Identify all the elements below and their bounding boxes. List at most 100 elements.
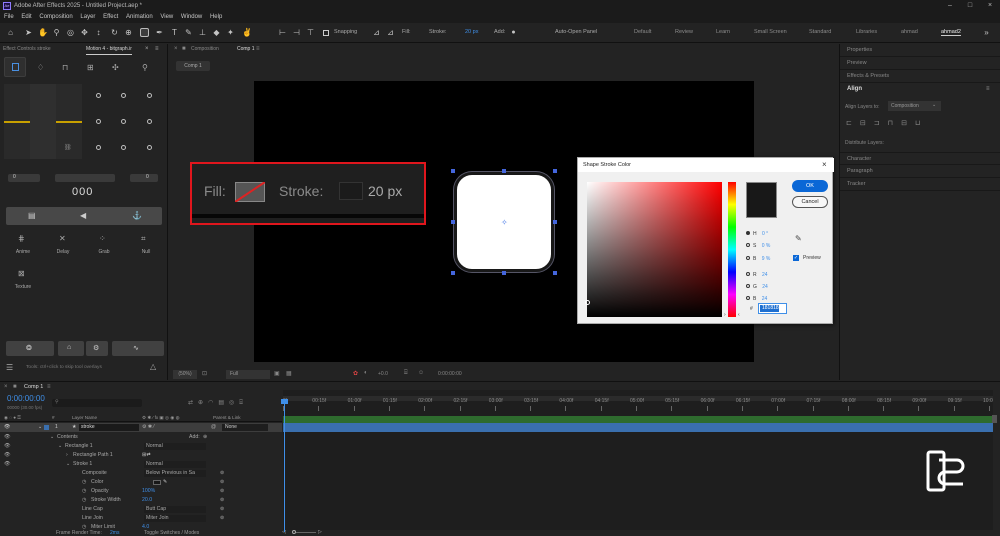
twirl-icon[interactable]: › (66, 451, 68, 460)
safe-zones-icon[interactable]: ⊡ (202, 370, 222, 379)
comp-lock-icon[interactable]: ■ (182, 46, 186, 52)
menu-effect[interactable]: Effect (103, 14, 118, 20)
align-vcenter-icon[interactable]: ⊟ (901, 120, 915, 127)
local-axis-icon[interactable]: ⊢ (278, 28, 287, 37)
align-top-icon[interactable]: ⊓ (888, 120, 901, 127)
grab-icon[interactable]: ⁘ (99, 234, 106, 243)
expression-icon[interactable]: ⊚ (220, 514, 224, 523)
brush-tool-icon[interactable]: ✎ (184, 28, 193, 37)
prop-row-contents[interactable]: 👁 ⌄ Contents Add: ⊕ (0, 433, 282, 442)
panel-paragraph[interactable]: Paragraph (840, 165, 1000, 178)
workspace-default[interactable]: Default (634, 29, 651, 35)
tab-motion4[interactable]: Motion 4 - bitgraph.ir (86, 46, 132, 55)
eye-icon[interactable]: 👁 (4, 451, 11, 460)
eye-icon[interactable]: 👁 (4, 433, 11, 442)
handle-tl[interactable] (451, 169, 455, 173)
anchor-dot-br[interactable] (147, 145, 152, 150)
prop-row-rectangle1[interactable]: 👁 ⌄ Rectangle 1 Normal (0, 442, 282, 451)
hex-input[interactable]: 181818 (758, 303, 787, 314)
motion-blur-icon[interactable]: ◎ (229, 400, 239, 406)
snap-mode-icon[interactable]: ⊿ (386, 28, 395, 37)
eyedropper-icon[interactable]: ✎ (163, 478, 167, 487)
line-cap-dropdown[interactable]: Butt Cap (144, 506, 206, 513)
cancel-button[interactable]: Cancel (792, 196, 828, 208)
layer-switches[interactable]: ⚙ ✱ ⁄ (142, 424, 154, 430)
view-axis-icon[interactable]: ⊤ (306, 28, 315, 37)
expression-icon[interactable]: ⊚ (220, 505, 224, 514)
stroke-width-value[interactable]: 20 px (465, 29, 478, 35)
comp-menu-icon[interactable]: ≡ (256, 46, 260, 52)
close-icon[interactable]: × (980, 0, 1000, 12)
menu-layer[interactable]: Layer (80, 14, 95, 20)
hue-row[interactable]: H 0 ° (746, 228, 770, 240)
value-right-field[interactable]: 0 (130, 174, 158, 182)
align-menu-icon[interactable]: ≡ (986, 86, 990, 92)
blend-mode-dropdown[interactable]: Normal (144, 443, 206, 450)
hue-arrow-left-icon[interactable]: › (724, 312, 726, 318)
anchor-icon[interactable]: ⚓ (132, 211, 142, 220)
parent-dropdown[interactable]: None (222, 424, 268, 431)
clone-tool-icon[interactable]: ⊥ (198, 28, 207, 37)
twirl-icon[interactable]: ⌄ (66, 460, 70, 469)
anchor-dot-bl[interactable] (96, 145, 101, 150)
exposure-value[interactable]: +0.0 (378, 371, 388, 377)
tab-effect-controls[interactable]: Effect Controls stroke (3, 46, 51, 52)
bright-radio[interactable] (746, 255, 750, 260)
handle-tc[interactable] (502, 169, 506, 173)
label-color-swatch[interactable] (44, 425, 49, 430)
add-button-icon[interactable]: ● (509, 28, 518, 37)
frame-blend-icon[interactable]: ▤ (218, 400, 229, 406)
stroke-width-value[interactable]: 20.0 (142, 496, 152, 505)
sat-radio[interactable] (746, 243, 750, 248)
prop-row-composite[interactable]: Composite Below Previous in Sa ⊚ (0, 469, 282, 478)
panel-preview[interactable]: Preview (840, 57, 1000, 70)
anchor-tool-icon[interactable]: ⊕ (124, 28, 133, 37)
nudge-controls[interactable] (55, 174, 115, 182)
world-axis-icon[interactable]: ⊣ (292, 28, 301, 37)
color-field[interactable] (585, 182, 722, 317)
orbit-tool-icon[interactable]: ◎ (66, 28, 75, 37)
opacity-value[interactable]: 100% (142, 487, 155, 496)
pickwhip-icon[interactable]: @ (211, 424, 216, 430)
panel-tracker[interactable]: Tracker (840, 178, 1000, 191)
anime-icon[interactable]: ⋕ (18, 234, 25, 243)
panel-menu-icon[interactable]: ≡ (155, 46, 159, 52)
hue-value[interactable]: 0 ° (762, 231, 768, 237)
bright-value[interactable]: 9 % (762, 256, 771, 262)
preview-checkbox[interactable]: ✓ (793, 255, 799, 261)
hue-radio[interactable] (746, 231, 750, 235)
align-bottom-icon[interactable]: ⊔ (915, 120, 928, 127)
texture-icon[interactable]: ⊠ (18, 269, 25, 278)
time-ruler[interactable]: 0f00:15f01:00f01:15f02:00f02:15f03:00f03… (283, 398, 993, 414)
snap-options-icon[interactable]: ⊿ (372, 28, 381, 37)
menu-help[interactable]: Help (210, 14, 222, 20)
anchor-point-icon[interactable]: ✧ (501, 219, 508, 227)
motion-home-icon[interactable] (4, 57, 26, 77)
green-value[interactable]: 24 (762, 284, 768, 290)
workspace-ahmad[interactable]: ahmad (901, 29, 918, 35)
maximize-icon[interactable]: □ (960, 0, 980, 12)
prop-row-miter-limit[interactable]: ◷ Miter Limit 4.0 (0, 523, 282, 532)
graph-editor-icon[interactable]: ⌸ (239, 400, 248, 406)
anchor-dot-ml[interactable] (96, 119, 101, 124)
panel-close-icon[interactable]: × (145, 46, 149, 52)
anime-button[interactable]: Anime (10, 249, 36, 255)
delay-icon[interactable]: ✕ (59, 234, 66, 243)
null-icon[interactable]: ⌗ (141, 234, 146, 244)
bracket-icon[interactable]: ⊓ (62, 63, 68, 72)
minimize-icon[interactable]: – (940, 0, 960, 12)
dolly-tool-icon[interactable]: ↕ (94, 28, 103, 37)
menu-animation[interactable]: Animation (126, 14, 153, 20)
search-icon[interactable]: ⚲ (142, 63, 148, 72)
workspace-review[interactable]: Review (675, 29, 693, 35)
expression-icon[interactable]: ⊚ (220, 487, 224, 496)
eraser-tool-icon[interactable]: ◆ (212, 28, 221, 37)
menu-lines-icon[interactable]: ☰ (6, 363, 13, 372)
prop-row-line-join[interactable]: Line Join Miter Join ⊚ (0, 514, 282, 523)
roi-icon[interactable]: ▣ (274, 370, 280, 377)
channel-icon[interactable]: ✿ (353, 370, 358, 377)
handle-ml[interactable] (451, 220, 455, 224)
hue-arrow-right-icon[interactable]: ‹ (738, 312, 740, 318)
value-left-field[interactable]: 0 (8, 174, 40, 182)
anchor-dot-mc[interactable] (121, 119, 126, 124)
